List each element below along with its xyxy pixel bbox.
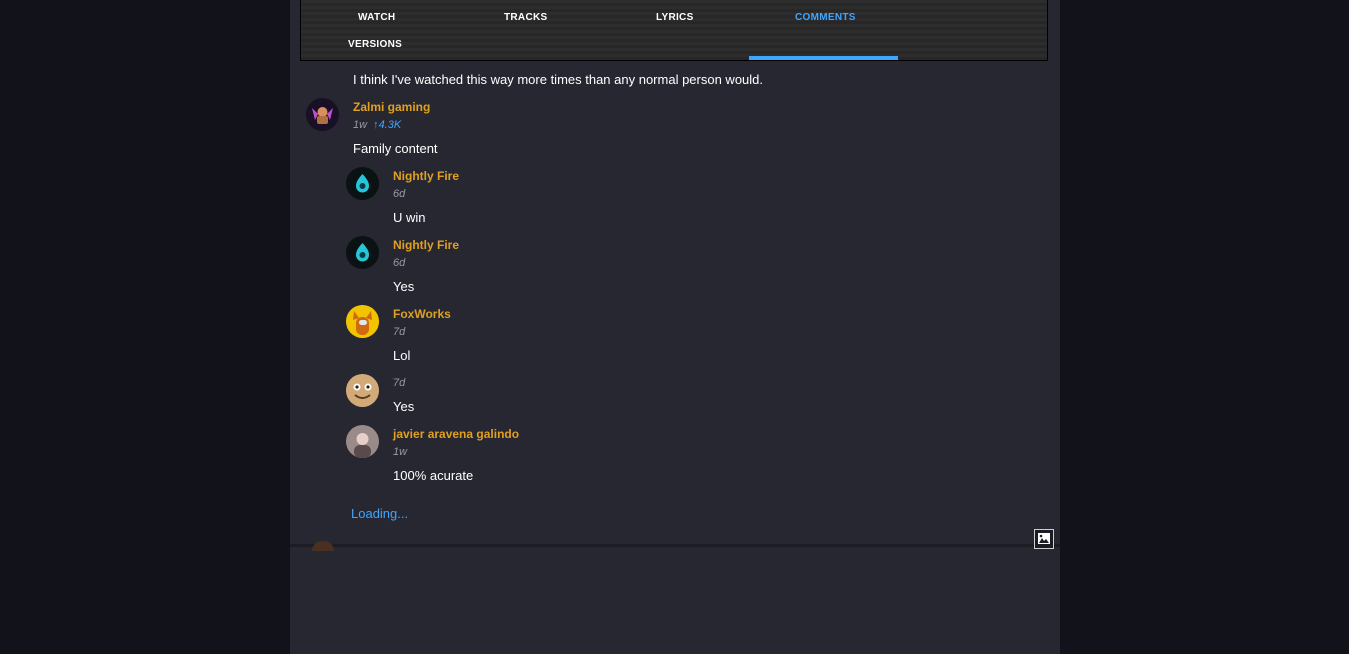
reply-time: 7d [393, 326, 406, 338]
comment-text: Family content [353, 141, 438, 156]
image-toggle-button[interactable] [1034, 529, 1054, 549]
image-icon [1038, 533, 1050, 544]
avatar-image [346, 374, 379, 407]
comment-author[interactable]: Zalmi gaming [353, 100, 430, 114]
avatar-image [346, 167, 379, 200]
tab-versions[interactable]: VERSIONS [348, 39, 402, 50]
previous-comment-text: I think I've watched this way more times… [353, 72, 764, 87]
load-more-link[interactable]: Loading... [351, 506, 408, 521]
tab-tracks[interactable]: TRACKS [504, 12, 547, 23]
content-panel [290, 0, 1060, 654]
reply-avatar[interactable] [346, 305, 379, 338]
reply-author[interactable]: Nightly Fire [393, 238, 459, 252]
reply-time: 6d [393, 188, 406, 200]
tab-bar [300, 0, 1048, 61]
avatar-image [346, 305, 379, 338]
reply-avatar[interactable] [346, 425, 379, 458]
reply-time: 1w [393, 446, 408, 458]
reply-text: Yes [393, 279, 415, 294]
reply-author[interactable]: Nightly Fire [393, 169, 459, 183]
avatar-image [306, 98, 339, 131]
reply-time: 6d [393, 257, 406, 269]
reply-time: 7d [393, 377, 406, 389]
comment-meta: 1w ↑4.3K [353, 119, 401, 131]
reply-author[interactable]: FoxWorks [393, 307, 451, 321]
reply-avatar[interactable] [346, 236, 379, 269]
comment-time: 1w [353, 119, 368, 131]
active-tab-indicator [749, 56, 898, 60]
comment-avatar[interactable] [306, 98, 339, 131]
reply-author[interactable]: javier aravena galindo [393, 427, 519, 441]
reply-text: U win [393, 210, 426, 225]
reply-text: 100% acurate [393, 468, 474, 483]
section-divider [290, 544, 1060, 547]
reply-avatar[interactable] [346, 374, 379, 407]
avatar-image [346, 425, 379, 458]
tab-watch[interactable]: WATCH [358, 12, 395, 23]
reply-text: Yes [393, 399, 415, 414]
reply-avatar[interactable] [346, 167, 379, 200]
tab-lyrics[interactable]: LYRICS [656, 12, 694, 23]
avatar-image [346, 236, 379, 269]
tab-comments[interactable]: COMMENTS [795, 12, 856, 23]
comment-likes: ↑4.3K [373, 119, 402, 131]
reply-text: Lol [393, 348, 411, 363]
